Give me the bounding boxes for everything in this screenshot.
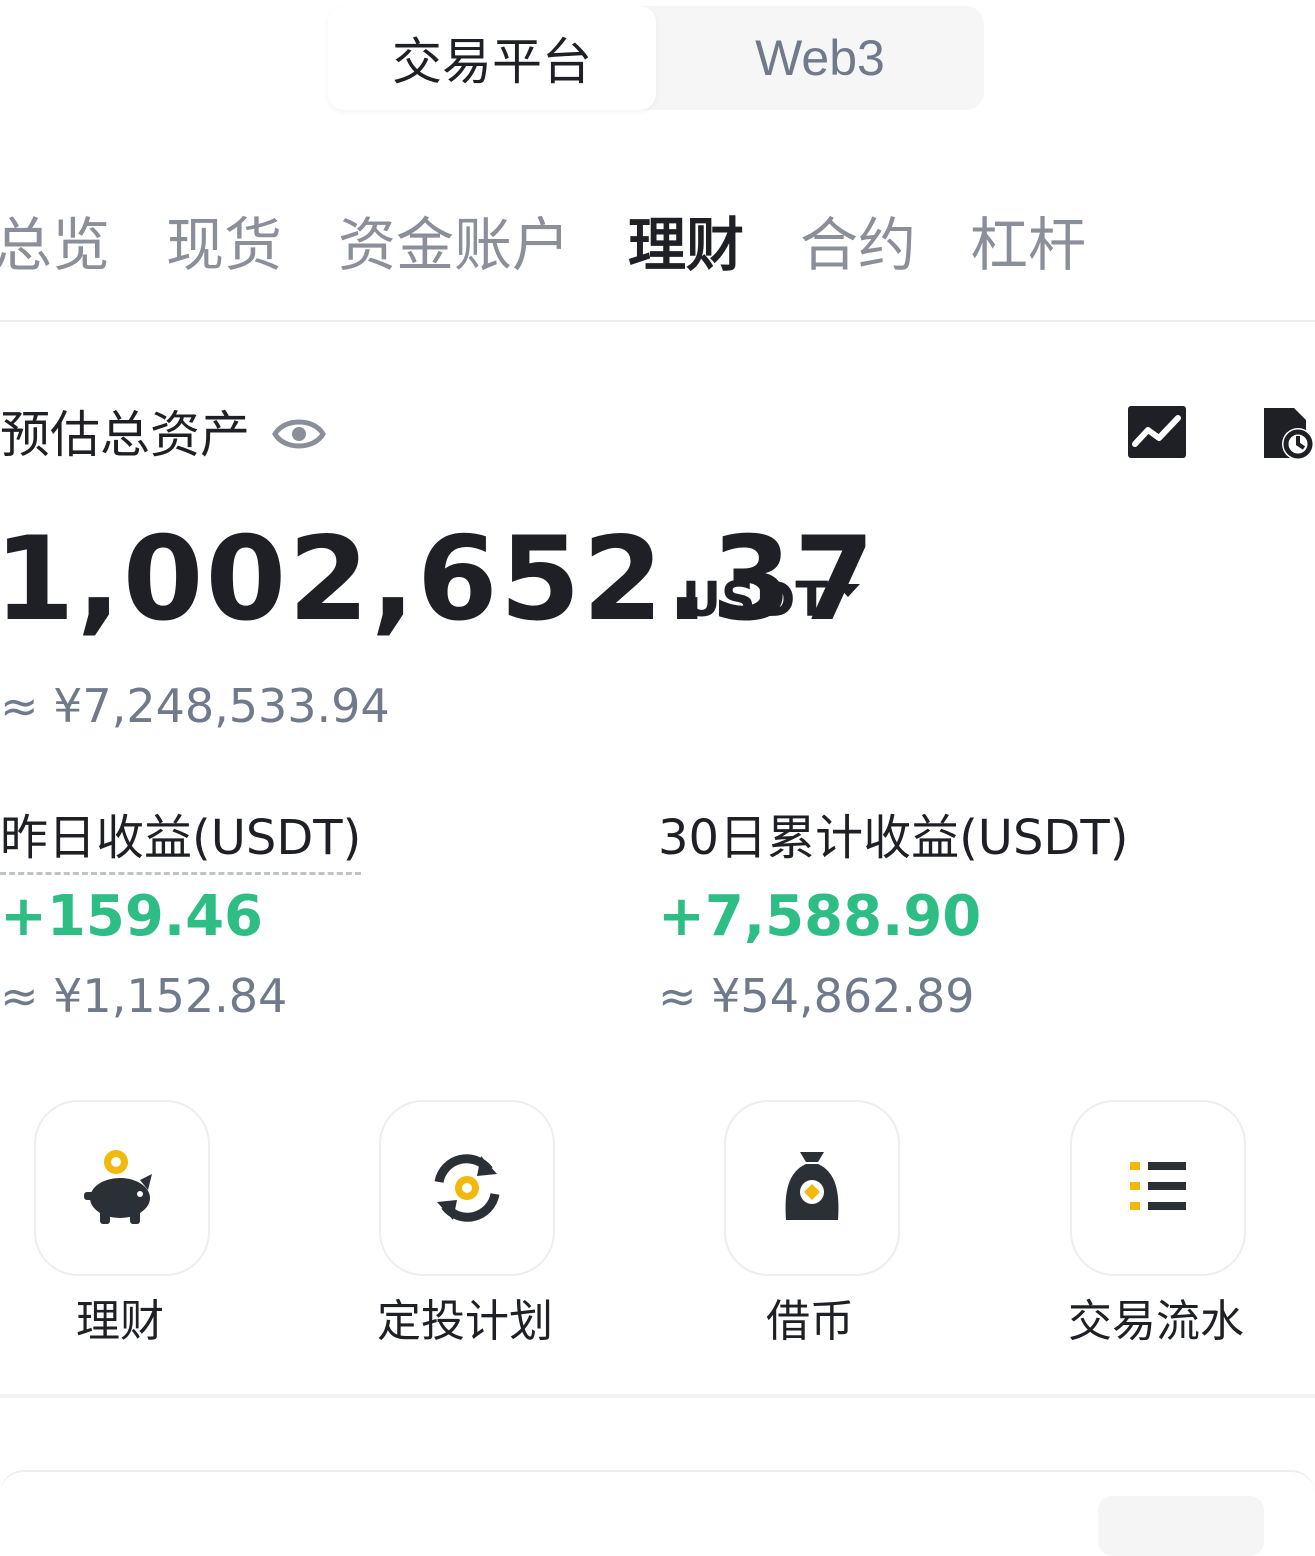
yesterday-earnings-cny: ≈ ¥1,152.84 xyxy=(0,969,288,1023)
caret-down-icon[interactable] xyxy=(834,580,862,600)
estimated-total-label: 预估总资产 xyxy=(0,406,250,464)
history-record-icon[interactable] xyxy=(1260,404,1315,462)
tab-exchange-platform-label: 交易平台 xyxy=(392,33,592,91)
tab-funding[interactable]: 资金账户 xyxy=(338,200,570,290)
currency-unit[interactable]: USDT xyxy=(682,568,828,632)
recurring-plan-action-button[interactable] xyxy=(379,1100,555,1276)
bottom-card-button[interactable] xyxy=(1098,1496,1264,1556)
thirty-day-earnings-cny: ≈ ¥54,862.89 xyxy=(658,969,975,1023)
platform-switch: 交易平台 Web3 xyxy=(328,6,984,110)
trend-chart-icon[interactable] xyxy=(1128,406,1186,458)
tab-exchange-platform[interactable]: 交易平台 xyxy=(328,6,656,110)
yesterday-earnings-value: +159.46 xyxy=(0,884,264,949)
loan-action-button[interactable] xyxy=(724,1100,900,1276)
total-asset-cny: ≈ ¥7,248,533.94 xyxy=(0,679,390,733)
earn-action-button[interactable] xyxy=(34,1100,210,1276)
tab-spot[interactable]: 现货 xyxy=(166,200,282,290)
tabs-divider xyxy=(0,320,1315,322)
tab-web3[interactable]: Web3 xyxy=(656,6,984,110)
thirty-day-earnings-value: +7,588.90 xyxy=(658,884,982,949)
piggy-bank-icon xyxy=(84,1150,152,1224)
yesterday-earnings-label[interactable]: 昨日收益(USDT) xyxy=(0,806,362,875)
recurring-plan-icon xyxy=(434,1154,500,1222)
tab-futures[interactable]: 合约 xyxy=(800,200,916,290)
list-icon xyxy=(1130,1162,1186,1210)
section-separator xyxy=(0,1394,1315,1398)
tab-margin[interactable]: 杠杆 xyxy=(970,200,1086,290)
tab-web3-label: Web3 xyxy=(755,30,885,86)
transaction-history-action-label: 交易流水 xyxy=(1068,1296,1244,1347)
thirty-day-earnings-label: 30日累计收益(USDT) xyxy=(658,810,1129,866)
loan-bag-icon xyxy=(785,1152,839,1220)
eye-icon[interactable] xyxy=(272,412,326,456)
recurring-plan-action-label: 定投计划 xyxy=(377,1296,553,1347)
transaction-history-action-button[interactable] xyxy=(1070,1100,1246,1276)
tab-overview[interactable]: 总览 xyxy=(0,200,110,290)
loan-action-label: 借币 xyxy=(766,1296,854,1347)
tab-earn[interactable]: 理财 xyxy=(628,200,744,290)
earn-action-label: 理财 xyxy=(76,1296,164,1347)
